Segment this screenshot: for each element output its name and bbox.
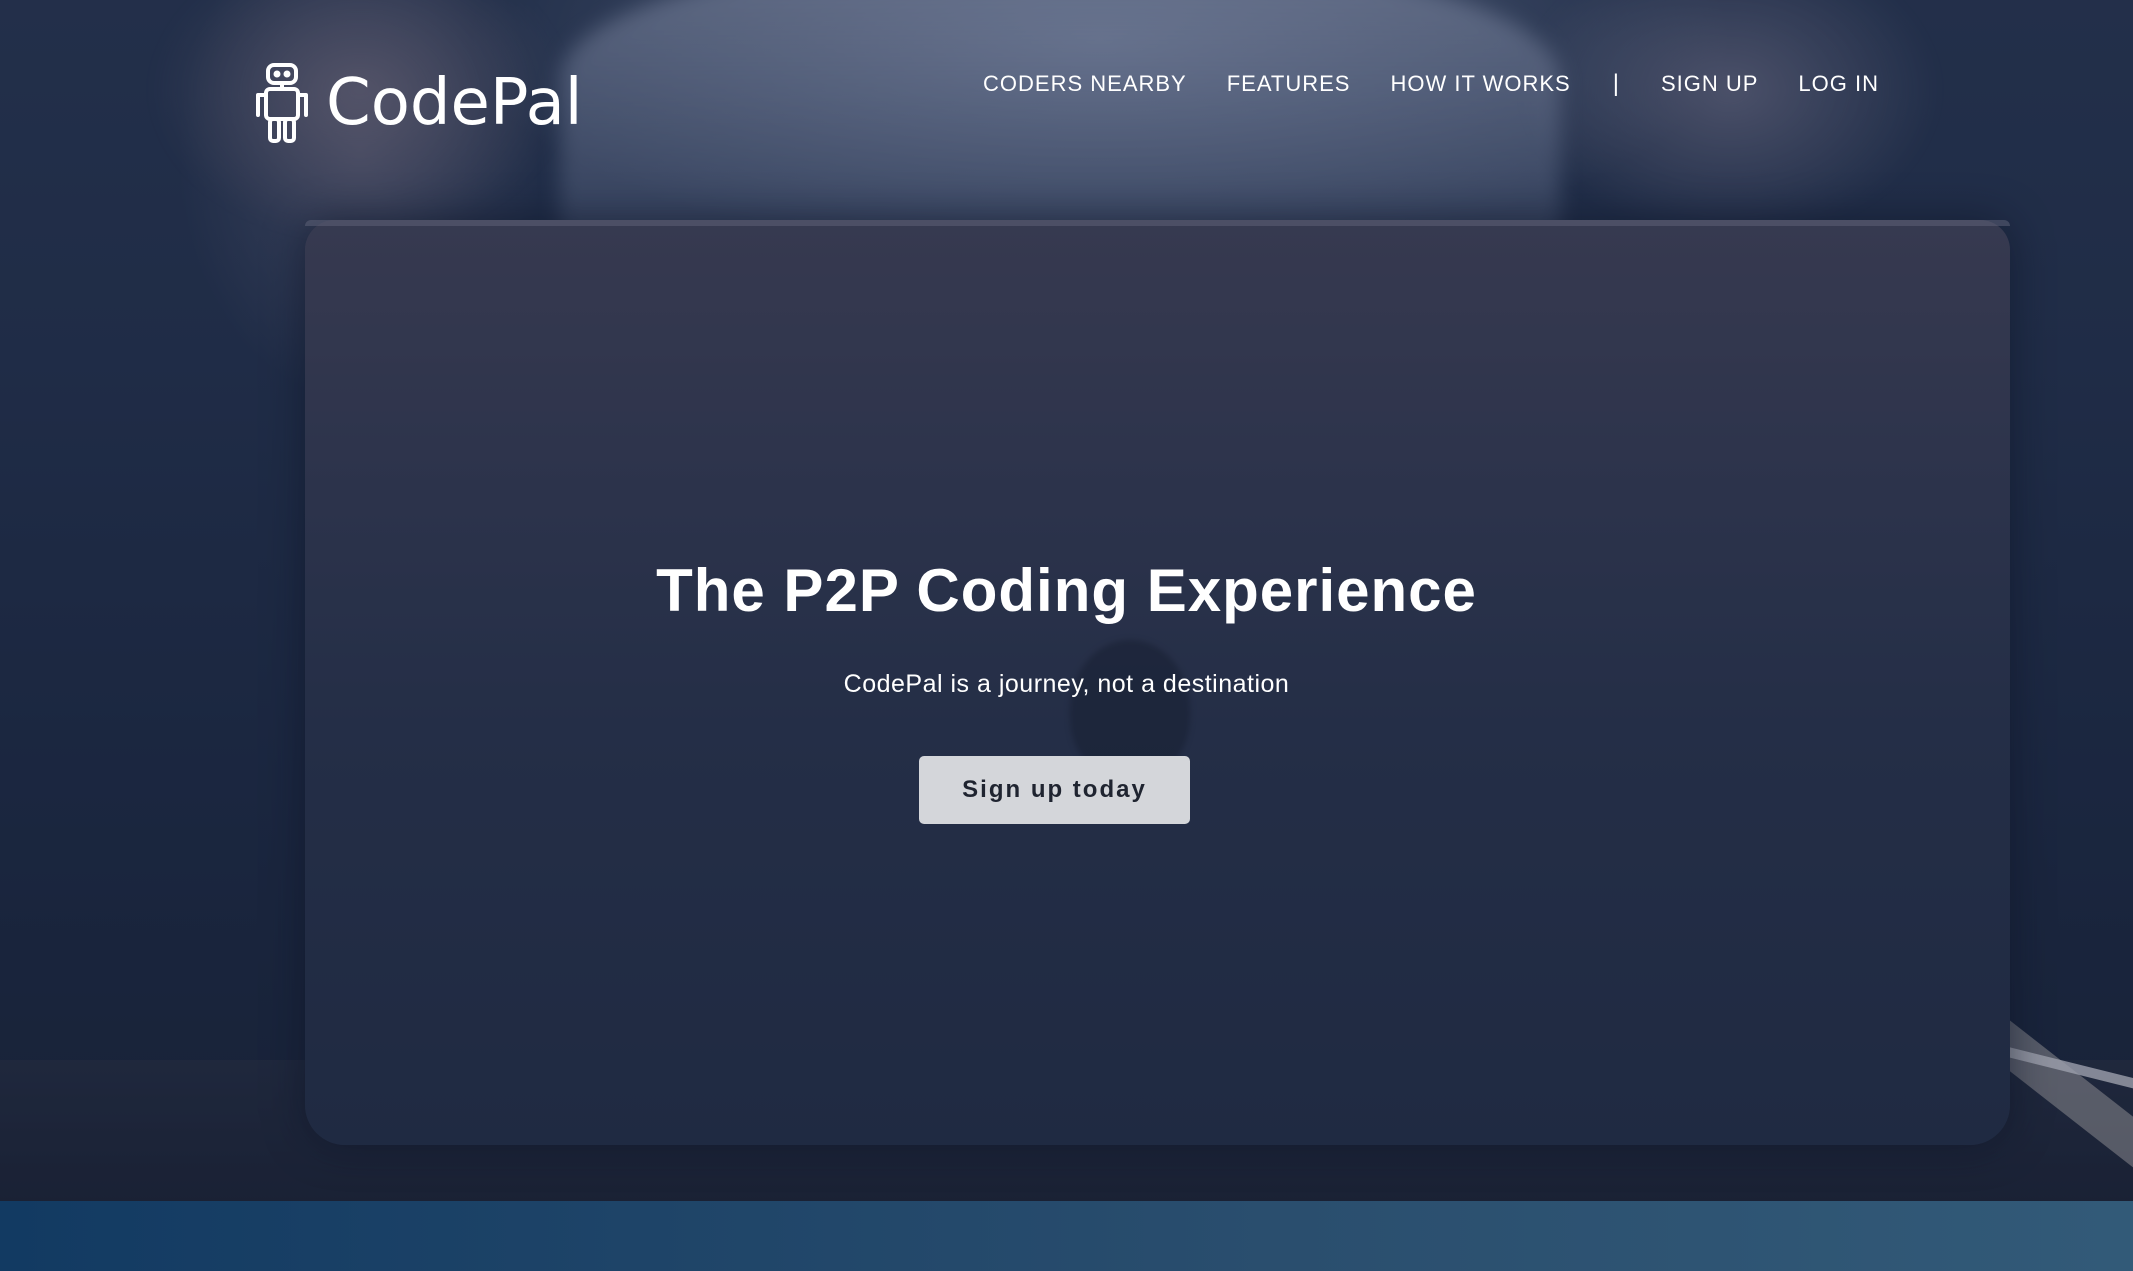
landing-page: CodePal CODERS NEARBY FEATURES HOW IT WO… [0, 0, 2133, 1271]
hero-subtitle: CodePal is a journey, not a destination [843, 670, 1290, 698]
sign-up-today-button[interactable]: Sign up today [919, 756, 1190, 824]
nav-coders-nearby[interactable]: CODERS NEARBY [983, 71, 1187, 97]
main-nav: CODERS NEARBY FEATURES HOW IT WORKS | SI… [983, 70, 1879, 98]
brand-name: CodePal [326, 66, 583, 140]
nav-sign-up[interactable]: SIGN UP [1661, 71, 1758, 97]
next-section-band [0, 1201, 2133, 1271]
brand-logo[interactable]: CodePal [250, 60, 583, 146]
nav-features[interactable]: FEATURES [1227, 71, 1351, 97]
nav-how-it-works[interactable]: HOW IT WORKS [1390, 71, 1570, 97]
hero-title: The P2P Coding Experience [656, 557, 1477, 624]
nav-log-in[interactable]: LOG IN [1798, 71, 1879, 97]
nav-separator: | [1612, 70, 1619, 97]
robot-icon [256, 63, 308, 143]
